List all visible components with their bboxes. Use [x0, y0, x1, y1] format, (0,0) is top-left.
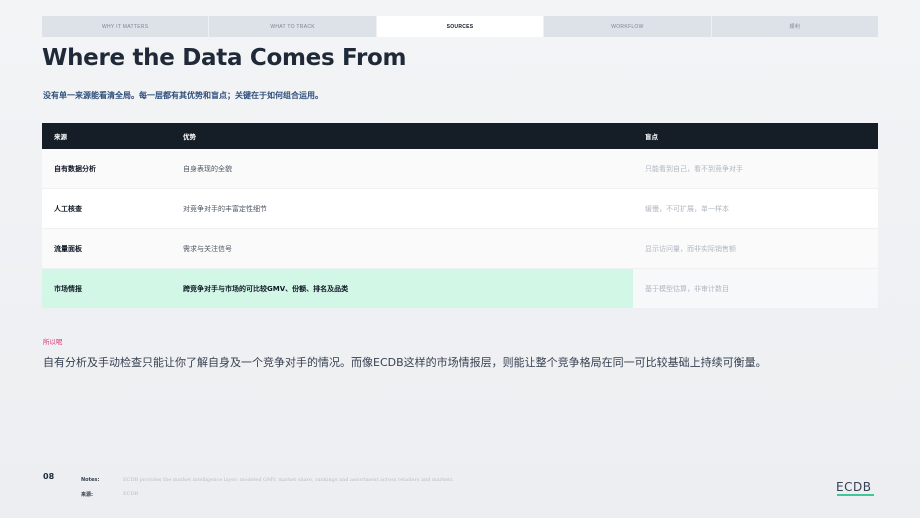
cell-strength: 自身表现的全貌	[183, 164, 232, 173]
so-what-label: 所以呢	[43, 338, 63, 346]
section-tabs: WHY IT MATTERS WHAT TO TRACK SOURCES WOR…	[42, 16, 878, 37]
notes-text: ECDB provides the market intelligence la…	[123, 477, 455, 483]
cell-blindspot: 只能看到自己，看不到竞争对手	[645, 164, 743, 173]
table-row-highlighted: 市场情报 跨竞争对手与市场的可比较GMV、份额、排名及品类 基于模型估算，非审计…	[42, 269, 878, 309]
so-what-text: 自有分析及手动检查只能让你了解自身及一个竞争对手的情况。而像ECDB这样的市场情…	[43, 356, 767, 369]
cell-blindspot: 显示访问量，而非实际销售额	[645, 244, 736, 253]
cell-blindspot: 缓慢，不可扩展，单一样本	[645, 204, 729, 213]
source-label: 来源:	[81, 492, 93, 498]
page-title: Where the Data Comes From	[42, 45, 407, 71]
header-blindspot: 盲点	[645, 133, 658, 141]
cell-source: 人工核查	[54, 204, 82, 213]
header-source: 来源	[54, 133, 67, 141]
cell-source: 自有数据分析	[54, 164, 96, 173]
tab-last[interactable]: 顺利	[712, 16, 878, 37]
table-row: 流量面板 需求与关注信号 显示访问量，而非实际销售额	[42, 229, 878, 269]
tab-why-it-matters[interactable]: WHY IT MATTERS	[42, 16, 210, 37]
table-row: 人工核查 对竞争对手的丰富定性细节 缓慢，不可扩展，单一样本	[42, 189, 878, 229]
header-strength: 优势	[183, 133, 196, 141]
cell-source: 流量面板	[54, 244, 82, 253]
page-number: 08	[43, 472, 55, 481]
sources-table: 来源 优势 盲点 自有数据分析 自身表现的全貌 只能看到自己，看不到竞争对手 人…	[42, 123, 878, 309]
tab-what-to-track[interactable]: WHAT TO TRACK	[209, 16, 377, 37]
table-header: 来源 优势 盲点	[42, 123, 878, 149]
cell-blindspot: 基于模型估算，非审计数目	[633, 269, 878, 308]
tab-workflow[interactable]: WORKFLOW	[544, 16, 712, 37]
tab-sources[interactable]: SOURCES	[376, 16, 545, 37]
ecdb-logo: ECDB	[836, 480, 872, 494]
cell-strength: 需求与关注信号	[183, 244, 232, 253]
cell-strength: 对竞争对手的丰富定性细节	[183, 204, 267, 213]
notes-label: Notes:	[81, 477, 100, 483]
logo-underline	[837, 494, 874, 496]
page-subtitle: 没有单一来源能看清全局。每一层都有其优势和盲点；关键在于如何组合运用。	[43, 91, 323, 100]
source-text: ECDB	[123, 491, 139, 497]
table-row: 自有数据分析 自身表现的全貌 只能看到自己，看不到竞争对手	[42, 149, 878, 189]
cell-strength: 跨竞争对手与市场的可比较GMV、份额、排名及品类	[171, 269, 633, 308]
cell-source: 市场情报	[42, 269, 171, 308]
